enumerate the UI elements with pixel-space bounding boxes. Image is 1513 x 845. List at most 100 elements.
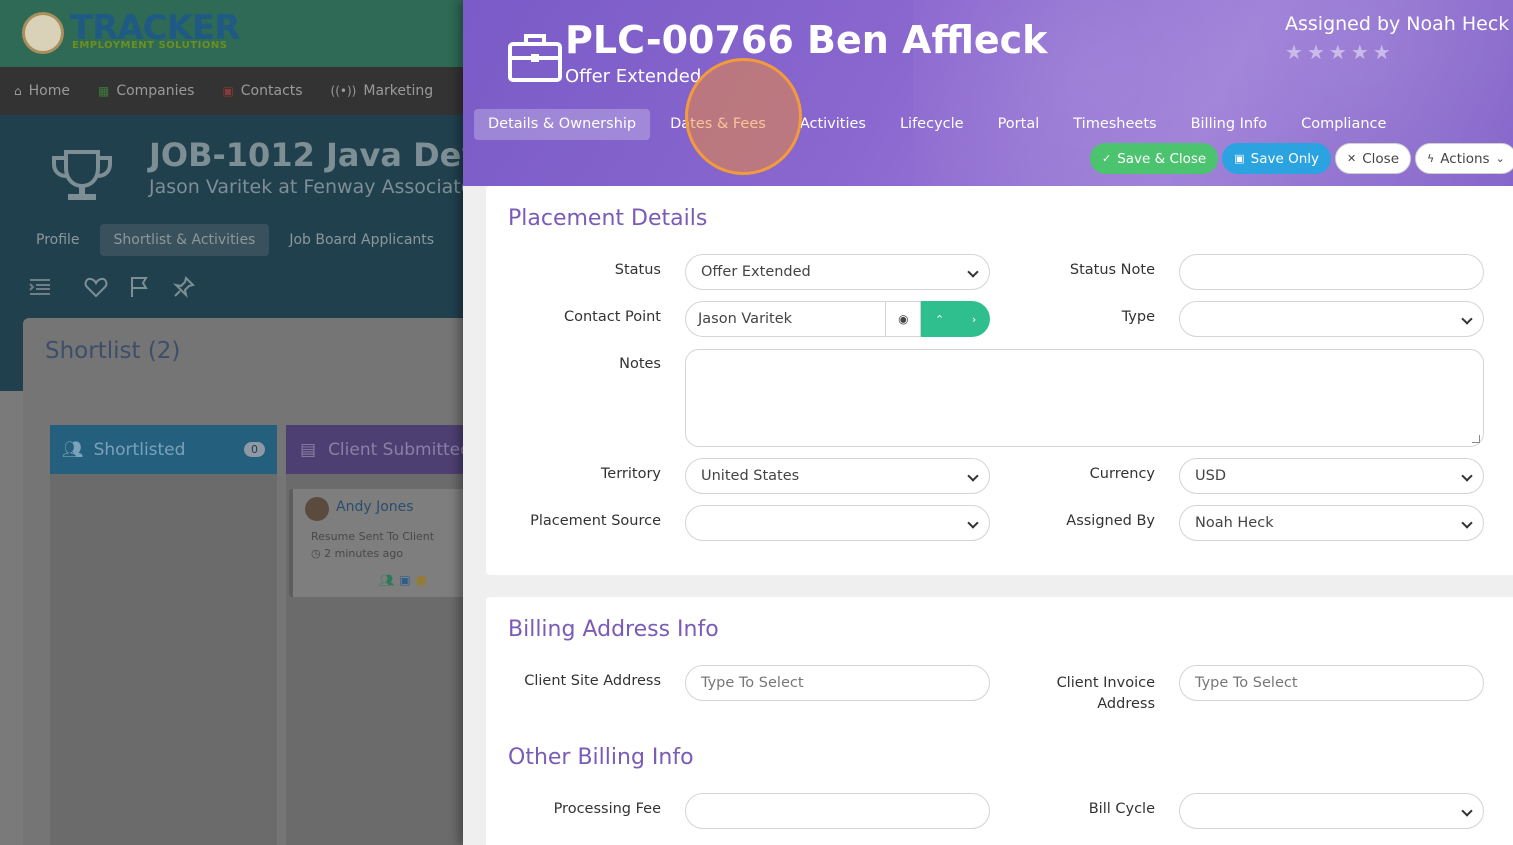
- building-icon: ▦: [97, 84, 110, 98]
- bill-cycle-select[interactable]: [1179, 793, 1484, 829]
- home-icon: ⌂: [14, 84, 22, 98]
- territory-value: United States: [701, 468, 800, 484]
- notes-textarea[interactable]: [685, 349, 1484, 447]
- tab-shortlist-activities[interactable]: Shortlist & Activities: [99, 224, 270, 256]
- candidate-card[interactable]: Andy Jones Resume Sent To Client ◷ 2 min…: [289, 489, 479, 597]
- shortlist-title: Shortlist (2): [45, 338, 181, 364]
- label-line: Address: [1097, 696, 1155, 712]
- section-title-placement-details: Placement Details: [508, 206, 708, 231]
- currency-label: Currency: [1089, 466, 1155, 482]
- candidate-name[interactable]: Andy Jones: [336, 499, 414, 515]
- job-tabs: Profile Shortlist & Activities Job Board…: [22, 224, 448, 256]
- status-value: Offer Extended: [701, 264, 811, 280]
- broadcast-icon: ((•)): [330, 84, 357, 98]
- status-note-label: Status Note: [1069, 262, 1155, 278]
- bill-cycle-label: Bill Cycle: [1088, 801, 1155, 817]
- placement-title: PLC-00766 Ben Affleck: [565, 18, 1048, 62]
- job-title: JOB-1012 Java Devel: [149, 136, 515, 174]
- tab-billing-info[interactable]: Billing Info: [1177, 109, 1282, 140]
- save-only-button[interactable]: ▣ Save Only: [1222, 143, 1332, 174]
- type-label: Type: [1121, 309, 1155, 325]
- floppy-disk-icon: ▣: [1234, 152, 1245, 165]
- heart-icon[interactable]: [84, 275, 108, 299]
- nav-item-companies[interactable]: ▦ Companies: [98, 83, 194, 99]
- tab-details-ownership[interactable]: Details & Ownership: [474, 109, 651, 140]
- pin-icon[interactable]: [172, 275, 196, 299]
- status-label: Status: [614, 262, 661, 278]
- tab-compliance[interactable]: Compliance: [1287, 109, 1400, 140]
- logo-icon: [22, 12, 64, 54]
- actions-dropdown-button[interactable]: ϟ Actions ⌄: [1415, 143, 1513, 174]
- nav-item-contacts[interactable]: ▣ Contacts: [222, 83, 302, 99]
- lightning-icon: ϟ: [1427, 152, 1435, 165]
- modal-header: PLC-00766 Ben Affleck Offer Extended Ass…: [463, 0, 1513, 186]
- placement-source-label: Placement Source: [530, 513, 661, 529]
- close-button[interactable]: ✕ Close: [1335, 143, 1412, 174]
- logo-subtext: EMPLOYMENT SOLUTIONS: [72, 40, 228, 51]
- chevron-down-icon: ⌄: [1495, 152, 1505, 165]
- tab-lifecycle[interactable]: Lifecycle: [886, 109, 978, 140]
- column-label: Client Submitted: [328, 439, 471, 460]
- star-icon[interactable]: ★: [1373, 40, 1391, 64]
- star-icon[interactable]: ★: [1329, 40, 1347, 64]
- indent-list-icon[interactable]: [28, 275, 52, 299]
- nav-item-marketing[interactable]: ((•)) Marketing: [331, 83, 434, 99]
- candidate-actions: 👥︎ ▣ ▦: [379, 573, 427, 587]
- placement-status: Offer Extended: [565, 66, 702, 87]
- star-rating[interactable]: ★ ★ ★ ★ ★: [1285, 40, 1391, 64]
- time-text: 2 minutes ago: [324, 547, 404, 560]
- button-label: Actions: [1440, 150, 1490, 167]
- section-title-billing-address: Billing Address Info: [508, 617, 719, 642]
- close-icon: ✕: [1347, 152, 1357, 165]
- button-label: Save Only: [1250, 150, 1320, 167]
- territory-label: Territory: [600, 466, 661, 482]
- column-header-shortlisted[interactable]: 👥︎ Shortlisted 0: [50, 425, 277, 474]
- nav-item-home[interactable]: ⌂ Home: [14, 83, 70, 99]
- assigned-by-value: Noah Heck: [1195, 515, 1274, 531]
- button-label: Save & Close: [1117, 150, 1207, 167]
- save-close-button[interactable]: ✓ Save & Close: [1090, 143, 1219, 174]
- nav-label: Contacts: [240, 83, 303, 99]
- column-header-client-submitted[interactable]: ▤ Client Submitted: [286, 425, 486, 474]
- clock-icon: ◷: [311, 547, 325, 560]
- nav-label: Marketing: [363, 83, 434, 99]
- processing-fee-label: Processing Fee: [553, 801, 661, 817]
- assigned-by-text: Assigned by Noah Heck: [1285, 13, 1510, 35]
- star-icon[interactable]: ★: [1351, 40, 1369, 64]
- users-icon[interactable]: 👥︎: [379, 573, 394, 587]
- section-title-other-billing: Other Billing Info: [508, 745, 694, 770]
- action-bar: ✓ Save & Close ▣ Save Only ✕ Close ϟ Act…: [1090, 143, 1513, 174]
- type-select[interactable]: [1179, 301, 1484, 337]
- placement-details-card: Placement Details Status Offer Extended …: [486, 186, 1513, 575]
- candidate-status: Resume Sent To Client: [311, 530, 435, 543]
- assigned-by-label: Assigned By: [1066, 513, 1155, 529]
- client-site-address-placeholder: Type To Select: [701, 675, 804, 691]
- view-contact-button[interactable]: ◉: [885, 301, 922, 337]
- tab-timesheets[interactable]: Timesheets: [1059, 109, 1170, 140]
- flag-icon[interactable]: [128, 275, 152, 299]
- billing-card: Billing Address Info Client Site Address…: [486, 597, 1513, 845]
- button-label: Close: [1362, 150, 1400, 167]
- star-icon[interactable]: ★: [1285, 40, 1303, 64]
- avatar: [305, 497, 329, 521]
- resize-handle[interactable]: [1472, 435, 1480, 443]
- client-invoice-address-label: Client Invoice Address: [935, 673, 1155, 715]
- tab-profile[interactable]: Profile: [22, 224, 94, 256]
- contact-point-input[interactable]: Jason Varitek: [685, 301, 886, 337]
- click-indicator: [685, 58, 802, 175]
- tab-job-board-applicants[interactable]: Job Board Applicants: [275, 224, 448, 256]
- suitcase-icon[interactable]: ▦: [416, 573, 427, 587]
- status-note-input[interactable]: [1179, 254, 1484, 290]
- briefcase-icon: [508, 34, 562, 82]
- star-icon[interactable]: ★: [1307, 40, 1325, 64]
- client-invoice-address-input[interactable]: Type To Select: [1179, 665, 1484, 701]
- trophy-icon: [52, 150, 112, 200]
- currency-select[interactable]: USD: [1179, 458, 1484, 494]
- job-subtitle: Jason Varitek at Fenway Associates: [149, 176, 483, 198]
- tab-portal[interactable]: Portal: [984, 109, 1054, 140]
- briefcase-icon[interactable]: ▣: [399, 573, 410, 587]
- assigned-by-select[interactable]: Noah Heck: [1179, 505, 1484, 541]
- job-toolbar: [28, 275, 196, 299]
- document-icon: ▤: [300, 439, 317, 460]
- placement-modal: PLC-00766 Ben Affleck Offer Extended Ass…: [463, 0, 1513, 845]
